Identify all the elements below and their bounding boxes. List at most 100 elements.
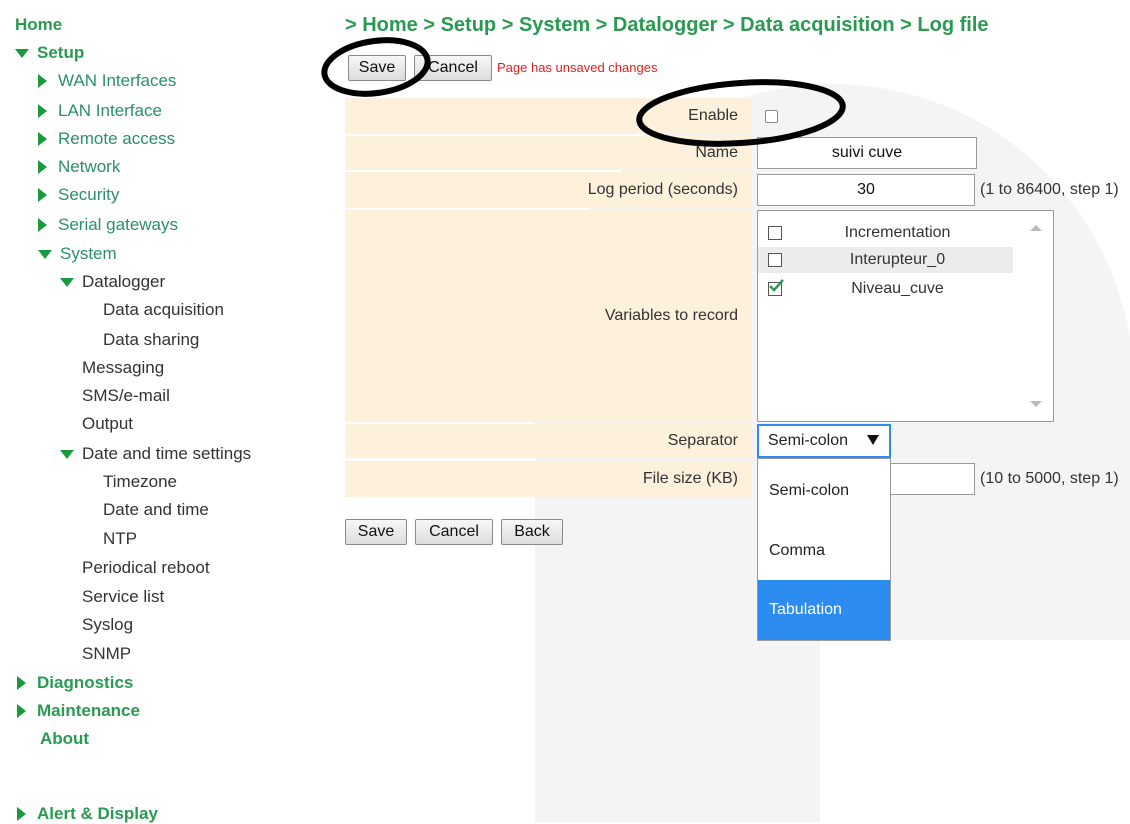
nav-home-label: Home bbox=[15, 15, 63, 34]
nav-service-list-label: Service list bbox=[82, 587, 165, 606]
expanded-icon bbox=[60, 277, 74, 287]
dropdown-arrow-icon bbox=[867, 435, 879, 445]
cancel-button[interactable]: Cancel bbox=[414, 55, 492, 81]
save-button-bottom[interactable]: Save bbox=[345, 519, 407, 545]
nav-maintenance-label: Maintenance bbox=[37, 701, 140, 720]
variable-name: Incrementation bbox=[844, 224, 951, 241]
nav-data-sharing[interactable]: Data sharing bbox=[103, 330, 199, 350]
nav-timezone[interactable]: Timezone bbox=[103, 472, 177, 492]
nav-security[interactable]: Security bbox=[38, 185, 119, 205]
nav-data-acquisition[interactable]: Data acquisition bbox=[103, 300, 224, 320]
nav-datetime-settings[interactable]: Date and time settings bbox=[60, 444, 251, 464]
nav-remote[interactable]: Remote access bbox=[38, 129, 175, 149]
collapsed-icon bbox=[17, 676, 26, 690]
nav-ntp[interactable]: NTP bbox=[103, 529, 137, 549]
sidebar-nav: Home Setup WAN Interfaces LAN Interface … bbox=[0, 0, 330, 824]
nav-ntp-label: NTP bbox=[103, 529, 137, 548]
unsaved-changes-status: Page has unsaved changes bbox=[497, 60, 658, 75]
collapsed-icon bbox=[38, 188, 47, 202]
nav-periodical-reboot[interactable]: Periodical reboot bbox=[82, 558, 210, 578]
nav-lan[interactable]: LAN Interface bbox=[38, 101, 162, 121]
scroll-up-icon[interactable] bbox=[1030, 225, 1042, 231]
expanded-icon bbox=[60, 449, 74, 459]
nav-alert-display[interactable]: Alert & Display bbox=[17, 804, 158, 824]
breadcrumb[interactable]: > Home > Setup > System > Datalogger > D… bbox=[345, 14, 989, 37]
collapsed-icon bbox=[38, 218, 47, 232]
collapsed-icon bbox=[38, 132, 47, 146]
file-size-hint: (10 to 5000, step 1) bbox=[980, 470, 1119, 487]
separator-dropdown-list: Semi-colon Comma Tabulation bbox=[757, 458, 891, 641]
nav-system-label: System bbox=[60, 244, 117, 263]
save-button[interactable]: Save bbox=[348, 55, 406, 81]
nav-security-label: Security bbox=[58, 185, 120, 204]
nav-setup-label: Setup bbox=[37, 43, 85, 62]
nav-data-acquisition-label: Data acquisition bbox=[103, 300, 224, 319]
collapsed-icon bbox=[38, 160, 47, 174]
collapsed-icon bbox=[17, 807, 26, 821]
nav-datalogger-label: Datalogger bbox=[82, 272, 166, 291]
nav-setup[interactable]: Setup bbox=[15, 43, 84, 63]
nav-syslog-label: Syslog bbox=[82, 615, 134, 634]
variables-listbox[interactable]: Incrementation Interupteur_0 Niveau_cuve bbox=[757, 210, 1054, 422]
nav-snmp-label: SNMP bbox=[82, 644, 132, 663]
nav-home[interactable]: Home bbox=[15, 15, 62, 35]
nav-datalogger[interactable]: Datalogger bbox=[60, 272, 165, 292]
nav-diagnostics[interactable]: Diagnostics bbox=[17, 673, 133, 693]
log-period-input[interactable]: 30 bbox=[757, 174, 975, 206]
nav-remote-label: Remote access bbox=[58, 129, 176, 148]
name-input[interactable]: suivi cuve bbox=[757, 137, 977, 169]
nav-sms-label: SMS/e-mail bbox=[82, 386, 170, 405]
separator-option-comma[interactable]: Comma bbox=[758, 521, 890, 581]
back-button[interactable]: Back bbox=[501, 519, 563, 545]
variable-item-incrementation[interactable]: Incrementation bbox=[758, 220, 1013, 246]
nav-sms-email[interactable]: SMS/e-mail bbox=[82, 386, 170, 406]
nav-about[interactable]: About bbox=[40, 729, 89, 749]
nav-service-list[interactable]: Service list bbox=[82, 587, 164, 607]
variable-name: Interupteur_0 bbox=[849, 251, 946, 268]
separator-label: Separator bbox=[345, 424, 752, 458]
nav-lan-label: LAN Interface bbox=[58, 101, 162, 120]
file-size-label: File size (KB) bbox=[345, 461, 752, 497]
checkbox-icon[interactable] bbox=[768, 226, 782, 240]
nav-about-label: About bbox=[40, 729, 90, 748]
checkbox-icon[interactable] bbox=[768, 253, 782, 267]
cancel-button-bottom[interactable]: Cancel bbox=[415, 519, 493, 545]
nav-diagnostics-label: Diagnostics bbox=[37, 673, 134, 692]
nav-alert-display-label: Alert & Display bbox=[37, 804, 158, 823]
nav-wan-label: WAN Interfaces bbox=[58, 71, 177, 90]
nav-date-time[interactable]: Date and time bbox=[103, 500, 209, 520]
nav-serial[interactable]: Serial gateways bbox=[38, 215, 178, 235]
nav-serial-label: Serial gateways bbox=[58, 215, 179, 234]
collapsed-icon bbox=[17, 704, 26, 718]
expanded-icon bbox=[15, 48, 29, 58]
separator-selected-value: Semi-colon bbox=[768, 432, 849, 449]
nav-date-time-label: Date and time bbox=[103, 500, 209, 519]
nav-output[interactable]: Output bbox=[82, 414, 133, 434]
nav-wan[interactable]: WAN Interfaces bbox=[38, 71, 176, 91]
nav-datetime-settings-label: Date and time settings bbox=[82, 444, 252, 463]
log-period-hint: (1 to 86400, step 1) bbox=[980, 181, 1119, 198]
nav-maintenance[interactable]: Maintenance bbox=[17, 701, 140, 721]
scroll-down-icon[interactable] bbox=[1030, 401, 1042, 407]
collapsed-icon bbox=[38, 104, 47, 118]
separator-select[interactable]: Semi-colon bbox=[757, 424, 891, 458]
enable-checkbox[interactable] bbox=[765, 110, 778, 123]
nav-system[interactable]: System bbox=[38, 244, 117, 264]
nav-messaging[interactable]: Messaging bbox=[82, 358, 164, 378]
variable-item-interupteur[interactable]: Interupteur_0 bbox=[758, 247, 1013, 273]
collapsed-icon bbox=[38, 74, 47, 88]
nav-snmp[interactable]: SNMP bbox=[82, 644, 131, 664]
nav-data-sharing-label: Data sharing bbox=[103, 330, 200, 349]
nav-periodical-reboot-label: Periodical reboot bbox=[82, 558, 210, 577]
nav-network[interactable]: Network bbox=[38, 157, 120, 177]
nav-syslog[interactable]: Syslog bbox=[82, 615, 133, 635]
log-period-label: Log period (seconds) bbox=[345, 172, 752, 208]
variables-label: Variables to record bbox=[345, 210, 752, 422]
separator-option-tabulation[interactable]: Tabulation bbox=[758, 580, 890, 640]
separator-option-semicolon[interactable]: Semi-colon bbox=[758, 461, 890, 521]
nav-messaging-label: Messaging bbox=[82, 358, 165, 377]
variable-item-niveau-cuve[interactable]: Niveau_cuve bbox=[758, 276, 1013, 302]
expanded-icon bbox=[38, 249, 52, 259]
checkbox-checked-icon[interactable] bbox=[768, 279, 784, 296]
name-label: Name bbox=[345, 136, 752, 170]
